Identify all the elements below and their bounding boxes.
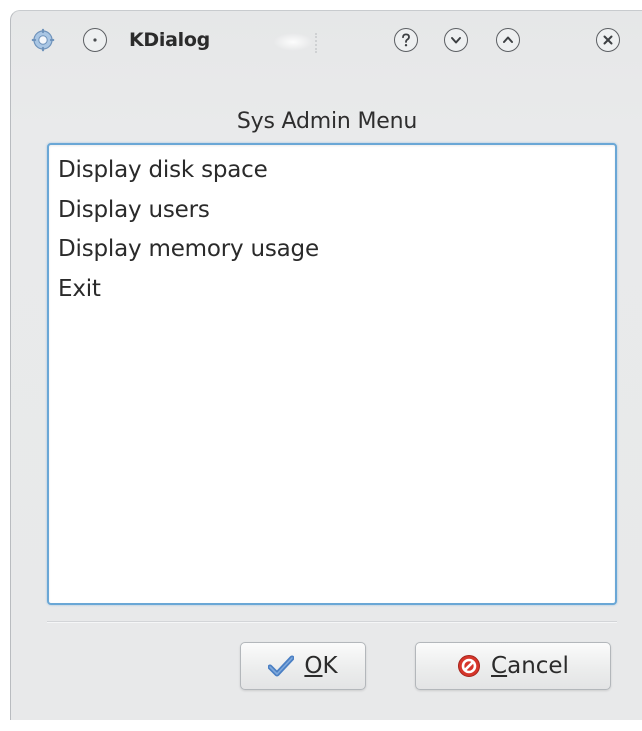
menu-listbox[interactable]: Display disk space Display users Display… <box>47 143 617 605</box>
list-item-display-memory-usage[interactable]: Display memory usage <box>49 230 615 270</box>
cancel-button-label: Cancel <box>491 653 569 679</box>
dialog-heading: Sys Admin Menu <box>236 109 418 134</box>
ok-button[interactable]: OK <box>240 642 366 690</box>
button-separator <box>47 621 617 622</box>
list-item-display-users[interactable]: Display users <box>49 191 615 231</box>
list-item-exit[interactable]: Exit <box>49 270 615 310</box>
minimize-icon[interactable] <box>444 28 468 52</box>
maximize-icon[interactable] <box>496 28 520 52</box>
cancel-icon <box>457 654 481 678</box>
titlebar: KDialog <box>11 11 642 71</box>
titlebar-grip <box>315 33 319 53</box>
window-title: KDialog <box>129 29 210 51</box>
sticky-icon[interactable] <box>83 28 107 52</box>
title-glow <box>273 33 313 51</box>
dialog-window: KDialog Sys Admin Menu Display disk spac… <box>10 10 642 720</box>
list-item-display-disk-space[interactable]: Display disk space <box>49 151 615 191</box>
checkmark-icon <box>268 655 295 677</box>
ok-button-label: OK <box>304 653 338 679</box>
cancel-button[interactable]: Cancel <box>415 642 611 690</box>
close-icon[interactable] <box>596 28 620 52</box>
help-icon[interactable] <box>394 28 418 52</box>
app-menu-icon[interactable] <box>31 28 55 52</box>
